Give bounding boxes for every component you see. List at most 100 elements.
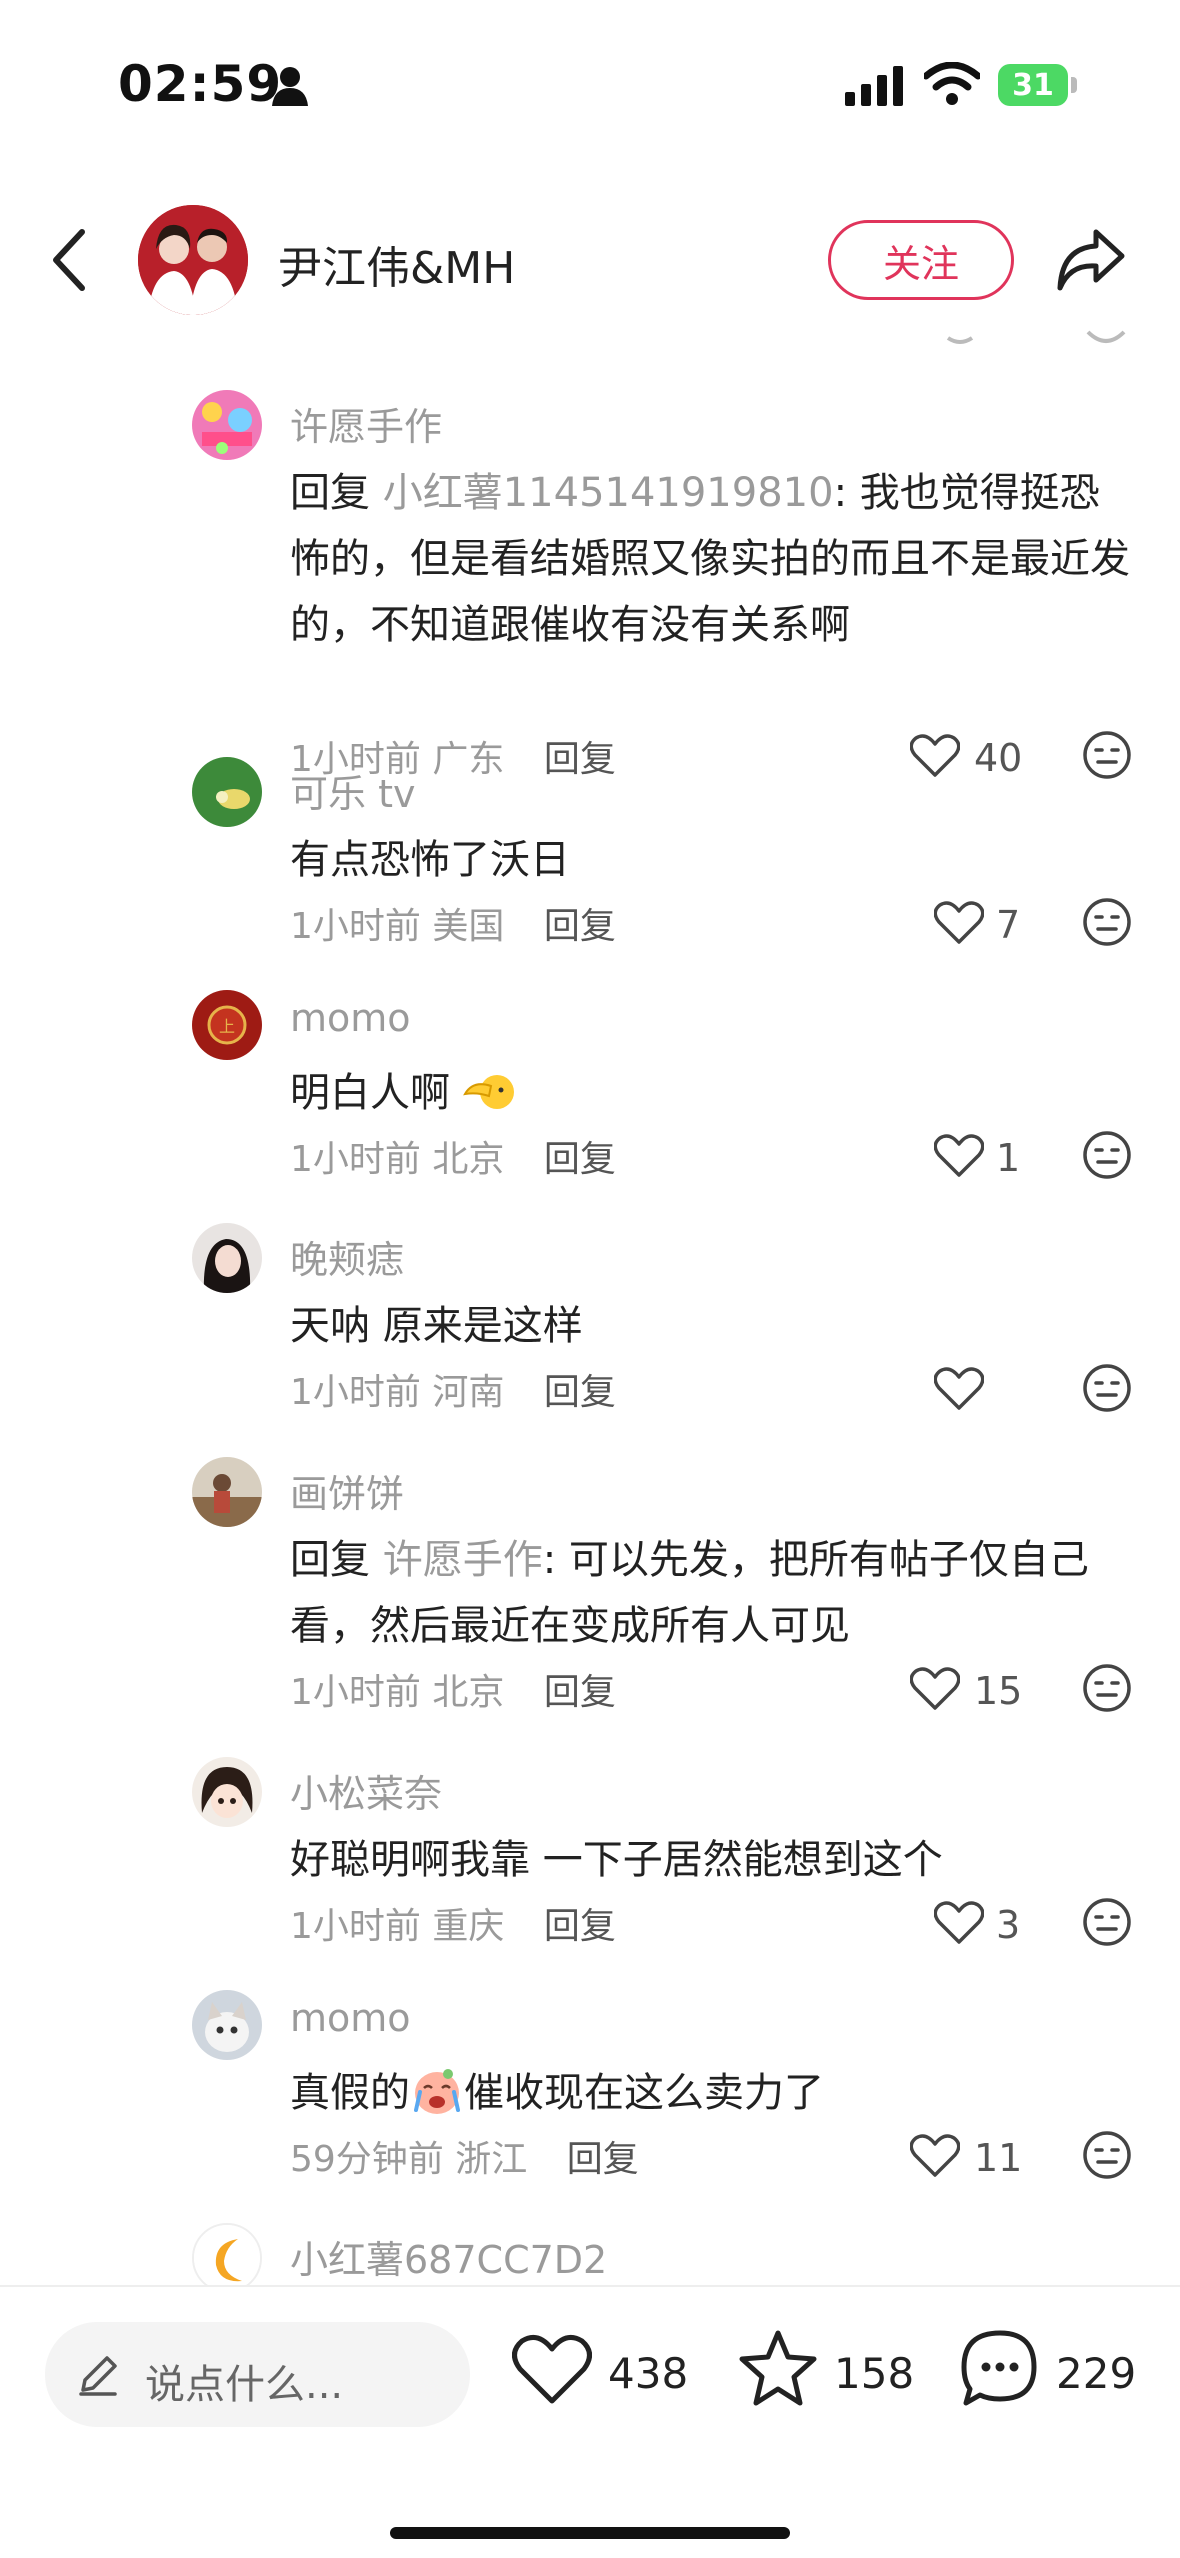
follow-button[interactable]: 关注 — [828, 220, 1014, 300]
comment-time: 1小时前 — [290, 1672, 421, 1713]
like-button[interactable]: 1 — [912, 1126, 1092, 1186]
commenter-name[interactable]: 许愿手作 — [290, 396, 442, 451]
emoji-reaction-icon[interactable] — [1082, 897, 1132, 947]
comment-body-start: 真假的 — [290, 2070, 410, 2116]
favorite-button[interactable]: 158 — [738, 2329, 918, 2419]
comment-text: 回复 许愿手作: 可以先发，把所有帖子仅自己看，然后最近在变成所有人可见 — [290, 1527, 1130, 1659]
reply-target-name[interactable]: 许愿手作 — [383, 1537, 543, 1583]
comment-list[interactable]: 许愿手作 回复 小红薯1145141919810: 我也觉得挺恐怖的，但是看结婚… — [0, 330, 1180, 2285]
battery-tip — [1071, 77, 1077, 93]
comment-body-end: 催收现在这么卖力了 — [464, 2070, 824, 2116]
reply-button[interactable]: 回复 — [544, 1372, 616, 1413]
reply-button[interactable]: 回复 — [544, 1906, 616, 1947]
commenter-avatar[interactable] — [192, 1457, 262, 1527]
commenter-avatar[interactable]: 上 — [192, 990, 262, 1060]
svg-text:上: 上 — [219, 1017, 235, 1036]
commenter-avatar[interactable] — [192, 1990, 262, 2060]
reply-button[interactable]: 回复 — [567, 2139, 639, 2180]
wifi-icon — [924, 62, 980, 105]
bottom-action-bar: 说点什么... 438 158 229 — [0, 2285, 1180, 2558]
like-button[interactable]: 40 — [890, 726, 1070, 786]
comment-location: 北京 — [432, 1139, 505, 1180]
post-comment-count: 229 — [1056, 2349, 1137, 2398]
heart-icon — [512, 2334, 592, 2404]
heart-icon — [934, 1367, 984, 1410]
commenter-name[interactable]: 小红薯687CC7D2 — [290, 2229, 607, 2284]
back-arrow-icon[interactable] — [50, 228, 90, 292]
like-button[interactable] — [912, 1359, 1092, 1419]
star-icon — [739, 2330, 817, 2406]
comment-location: 重庆 — [432, 1906, 505, 1947]
post-favorite-count: 158 — [834, 2349, 915, 2398]
commenter-name[interactable]: momo — [290, 996, 411, 1040]
commenter-name[interactable]: 可乐 tv — [290, 763, 415, 818]
emoji-reaction-icon[interactable] — [1082, 1363, 1132, 1413]
like-button[interactable]: 11 — [890, 2126, 1070, 2186]
cellular-signal-icon — [845, 66, 903, 106]
comment-bubble-icon — [961, 2330, 1037, 2406]
like-post-button[interactable]: 438 — [512, 2329, 692, 2419]
status-bar: 02:59 31 — [0, 0, 1180, 170]
share-icon[interactable] — [1056, 226, 1126, 292]
comment-meta: 1小时前 北京 回复 — [290, 1130, 616, 1182]
comment-meta: 1小时前 美国 回复 — [290, 897, 616, 949]
comment-time: 1小时前 — [290, 1906, 421, 1947]
commenter-avatar[interactable] — [192, 2223, 262, 2285]
commenter-avatar[interactable] — [192, 390, 262, 460]
commenter-name[interactable]: 小松菜奈 — [290, 1763, 442, 1818]
crying-emoji-icon — [414, 2069, 460, 2114]
comment-input[interactable]: 说点什么... — [45, 2322, 470, 2427]
like-button[interactable]: 15 — [890, 1659, 1070, 1719]
pointing-emoji-icon — [462, 1075, 514, 1109]
heart-icon — [934, 901, 984, 944]
pencil-icon — [79, 2356, 117, 2396]
comment-body: 明白人啊 — [290, 1070, 450, 1116]
comment-text: 天呐 原来是这样 — [290, 1303, 583, 1349]
post-like-count: 438 — [608, 2349, 689, 2398]
author-avatar[interactable] — [138, 205, 248, 315]
person-icon — [272, 67, 308, 106]
heart-icon — [910, 2134, 960, 2177]
reply-button[interactable]: 回复 — [544, 1139, 616, 1180]
comment-time: 59分钟前 — [290, 2139, 444, 2180]
author-name[interactable]: 尹江伟&MH — [278, 232, 515, 296]
comment-text: 回复 小红薯1145141919810: 我也觉得挺恐怖的，但是看结婚照又像实拍… — [290, 460, 1130, 658]
emoji-reaction-icon[interactable] — [1082, 2130, 1132, 2180]
heart-icon — [934, 1901, 984, 1944]
previous-comment-fragment — [946, 330, 1126, 344]
comment-text: 好聪明啊我靠 一下子居然能想到这个 — [290, 1837, 943, 1883]
reply-button[interactable]: 回复 — [544, 1672, 616, 1713]
heart-icon — [910, 1667, 960, 1710]
like-count: 7 — [996, 903, 1021, 947]
emoji-reaction-icon[interactable] — [1082, 730, 1132, 780]
battery-indicator: 31 — [998, 64, 1068, 106]
reply-target-name[interactable]: 小红薯1145141919810 — [383, 470, 834, 516]
comment-text: 明白人啊 — [290, 1060, 1130, 1126]
comment-location: 美国 — [432, 906, 505, 947]
commenter-name[interactable]: 晚颊痣 — [290, 1229, 404, 1284]
like-count: 40 — [974, 736, 1023, 780]
commenter-name[interactable]: momo — [290, 1996, 411, 2040]
commenter-avatar[interactable] — [192, 1757, 262, 1827]
comments-button[interactable]: 229 — [960, 2329, 1160, 2419]
like-count: 3 — [996, 1903, 1021, 1947]
like-button[interactable]: 7 — [912, 893, 1092, 953]
post-header: 尹江伟&MH 关注 — [0, 200, 1180, 320]
home-indicator — [390, 2527, 790, 2539]
comment-location: 北京 — [432, 1672, 505, 1713]
emoji-reaction-icon[interactable] — [1082, 1897, 1132, 1947]
commenter-avatar[interactable] — [192, 1223, 262, 1293]
comment-input-placeholder: 说点什么... — [145, 2362, 344, 2408]
heart-icon — [934, 1134, 984, 1177]
like-count: 1 — [996, 1136, 1021, 1180]
commenter-name[interactable]: 画饼饼 — [290, 1463, 404, 1518]
emoji-reaction-icon[interactable] — [1082, 1663, 1132, 1713]
comment-text: 有点恐怖了沃日 — [290, 837, 570, 883]
comment-time: 1小时前 — [290, 1372, 421, 1413]
emoji-reaction-icon[interactable] — [1082, 1130, 1132, 1180]
reply-button[interactable]: 回复 — [544, 739, 616, 780]
reply-button[interactable]: 回复 — [544, 906, 616, 947]
like-button[interactable]: 3 — [912, 1893, 1092, 1953]
like-count: 15 — [974, 1669, 1023, 1713]
commenter-avatar[interactable] — [192, 757, 262, 827]
